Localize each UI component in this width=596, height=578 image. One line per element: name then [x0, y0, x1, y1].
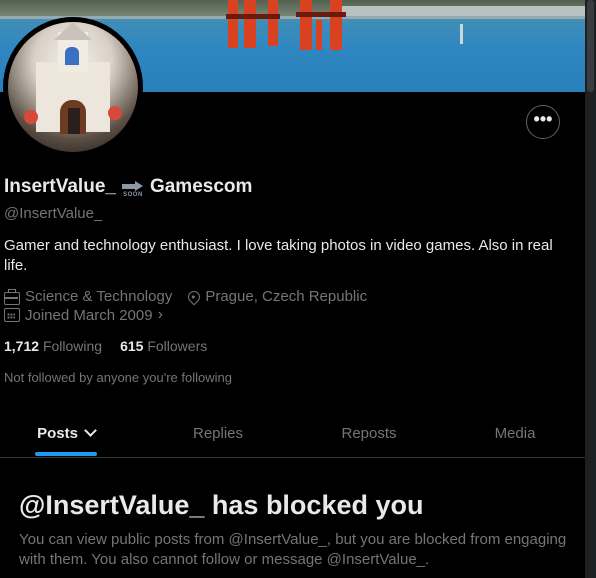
- chevron-right-icon: ›: [157, 306, 163, 323]
- avatar-castle-roof: [54, 22, 92, 40]
- followers-link[interactable]: 615 Followers: [120, 338, 207, 354]
- torii-post: [228, 0, 238, 48]
- blocked-message: You can view public posts from @InsertVa…: [19, 531, 567, 568]
- scrollbar-thumb[interactable]: [587, 0, 594, 92]
- location-pin-icon: [185, 288, 203, 305]
- soon-badge: SOON: [121, 180, 144, 198]
- joined-date: Joined March 2009: [25, 306, 153, 324]
- profile-bio: Gamer and technology enthusiast. I love …: [4, 237, 553, 274]
- arrow-right-icon: [121, 180, 144, 191]
- briefcase-icon: [4, 289, 20, 305]
- avatar-decoration: [24, 110, 38, 124]
- avatar-decoration: [108, 106, 122, 120]
- avatar[interactable]: [3, 17, 143, 157]
- tab-media[interactable]: Media: [480, 410, 550, 456]
- avatar-image: [8, 22, 138, 152]
- display-name-row: InsertValue_ SOON Gamescom: [4, 176, 252, 198]
- followers-label: Followers: [147, 338, 208, 354]
- avatar-castle-window: [65, 47, 79, 65]
- chevron-down-icon: [84, 423, 97, 437]
- torii-beam: [296, 12, 346, 17]
- torii-post: [268, 0, 278, 46]
- tab-reposts-label: Reposts: [341, 424, 397, 442]
- tab-posts-label: Posts: [37, 424, 78, 442]
- tab-posts[interactable]: Posts: [35, 410, 97, 456]
- avatar-figure: [68, 108, 80, 134]
- scrollbar[interactable]: [585, 0, 596, 578]
- following-link[interactable]: 1,712 Following: [4, 338, 102, 354]
- following-label: Following: [42, 338, 103, 354]
- tab-reposts[interactable]: Reposts: [330, 410, 408, 456]
- display-name: InsertValue_: [4, 176, 116, 197]
- tab-replies[interactable]: Replies: [180, 410, 256, 456]
- active-tab-indicator: [35, 452, 97, 456]
- more-button[interactable]: •••: [526, 105, 560, 139]
- profile-category: Science & Technology: [25, 288, 173, 305]
- tab-media-label: Media: [494, 424, 536, 442]
- profile-tabs: Posts Replies Reposts Media: [0, 410, 585, 458]
- tab-replies-label: Replies: [192, 424, 244, 442]
- torii-beam: [226, 14, 280, 19]
- joined-date-row[interactable]: Joined March 2009 ›: [4, 306, 163, 324]
- mutual-followers-note: Not followed by anyone you're following: [4, 370, 232, 385]
- follow-stats: 1,712 Following 615 Followers: [4, 338, 207, 354]
- torii-post: [244, 0, 256, 48]
- more-dots-icon: •••: [533, 109, 553, 129]
- following-count: 1,712: [4, 338, 40, 354]
- profile-meta-row: Science & Technology Prague, Czech Repub…: [4, 288, 367, 305]
- display-name-suffix: Gamescom: [149, 176, 253, 197]
- profile-location: Prague, Czech Republic: [205, 288, 368, 305]
- username-handle: @InsertValue_: [4, 205, 103, 222]
- followers-count: 615: [120, 338, 144, 354]
- calendar-icon: [4, 308, 20, 322]
- soon-badge-label: SOON: [123, 191, 143, 198]
- torii-post: [316, 20, 322, 50]
- torii-post: [330, 0, 342, 50]
- blocked-title: @InsertValue_ has blocked you: [19, 490, 424, 520]
- torii-reflection: [460, 24, 463, 44]
- torii-post: [300, 0, 312, 50]
